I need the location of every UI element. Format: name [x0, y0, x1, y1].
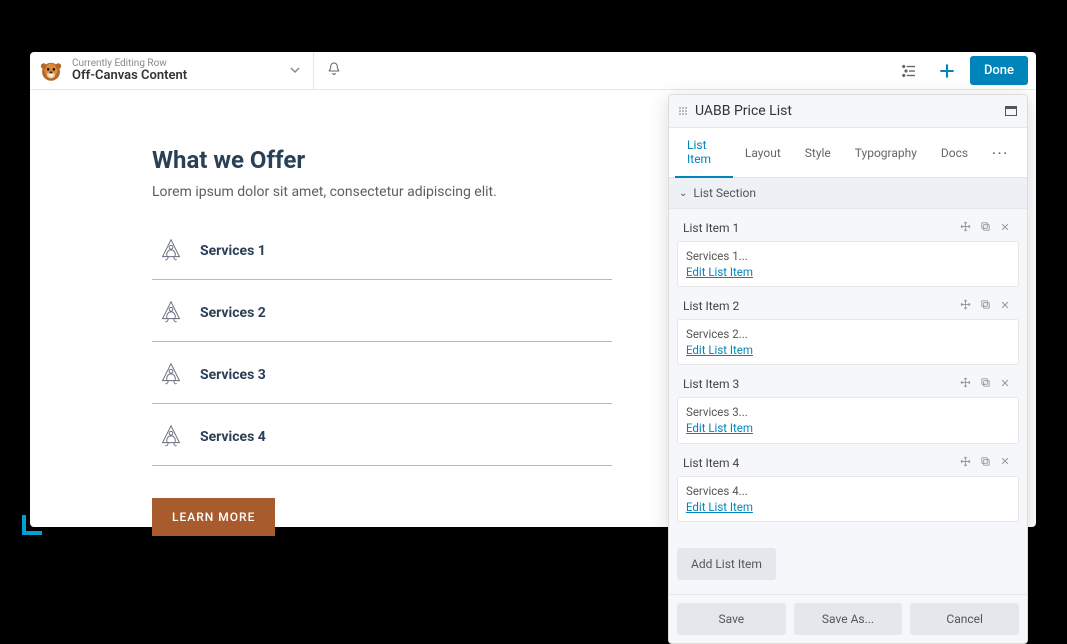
edit-list-item-link[interactable]: Edit List Item: [686, 421, 753, 435]
panel-title: UABB Price List: [695, 103, 792, 119]
selection-corner: [22, 515, 42, 535]
move-icon[interactable]: [957, 221, 973, 235]
move-icon[interactable]: [957, 299, 973, 313]
title-block[interactable]: Currently Editing Row Off-Canvas Content: [72, 58, 187, 83]
tab-list-item[interactable]: List Item: [675, 128, 733, 178]
add-icon[interactable]: [932, 56, 962, 86]
section-header[interactable]: ⌄ List Section: [669, 178, 1027, 209]
window-icon[interactable]: [1005, 106, 1017, 116]
app-frame: Currently Editing Row Off-Canvas Content…: [30, 52, 1036, 527]
item-preview: Services 2...: [686, 326, 1010, 342]
close-icon[interactable]: [997, 300, 1013, 313]
save-button[interactable]: Save: [677, 603, 786, 635]
service-row[interactable]: Services 4: [152, 412, 612, 466]
duplicate-icon[interactable]: [977, 299, 993, 313]
list-item: List Item 4 Services 4...Edit List Item: [677, 450, 1019, 522]
item-header[interactable]: List Item 2: [677, 293, 1019, 319]
duplicate-icon[interactable]: [977, 221, 993, 235]
mountain-icon: [156, 236, 186, 266]
page-title: Off-Canvas Content: [72, 69, 187, 83]
service-label: Services 2: [200, 305, 266, 321]
chevron-down-icon[interactable]: [289, 61, 301, 80]
move-icon[interactable]: [957, 377, 973, 391]
items-container: List Item 1Services 1...Edit List ItemLi…: [669, 209, 1027, 538]
item-preview: Services 3...: [686, 404, 1010, 420]
service-label: Services 3: [200, 367, 266, 383]
item-body: Services 3...Edit List Item: [677, 397, 1019, 443]
tab-docs[interactable]: Docs: [929, 136, 980, 170]
close-icon[interactable]: [997, 222, 1013, 235]
edit-list-item-link[interactable]: Edit List Item: [686, 265, 753, 279]
tab-typography[interactable]: Typography: [843, 136, 929, 170]
item-body: Services 4...Edit List Item: [677, 476, 1019, 522]
item-label: List Item 2: [683, 299, 739, 313]
item-header[interactable]: List Item 4: [677, 450, 1019, 476]
beaver-logo: [38, 58, 64, 84]
item-label: List Item 1: [683, 221, 739, 235]
list-item: List Item 3 Services 3...Edit List Item: [677, 371, 1019, 443]
list-item: List Item 1 Services 1...Edit List Item: [677, 215, 1019, 287]
item-label: List Item 3: [683, 377, 739, 391]
panel-header[interactable]: UABB Price List: [669, 95, 1027, 128]
item-preview: Services 1...: [686, 248, 1010, 264]
item-body: Services 2...Edit List Item: [677, 319, 1019, 365]
move-icon[interactable]: [957, 456, 973, 470]
service-list: Services 1 Services 2 Services 3 Services 4: [152, 226, 612, 466]
item-label: List Item 4: [683, 456, 739, 470]
divider: [313, 52, 314, 90]
more-icon[interactable]: ···: [980, 136, 1021, 170]
edit-list-item-link[interactable]: Edit List Item: [686, 343, 753, 357]
settings-panel: UABB Price List List ItemLayoutStyleTypo…: [668, 94, 1028, 644]
section-label: List Section: [693, 186, 756, 200]
item-body: Services 1...Edit List Item: [677, 241, 1019, 287]
duplicate-icon[interactable]: [977, 377, 993, 391]
service-label: Services 1: [200, 243, 266, 259]
service-row[interactable]: Services 1: [152, 226, 612, 280]
add-list-item-button[interactable]: Add List Item: [677, 548, 776, 580]
panel-footer: Save Save As... Cancel: [669, 594, 1027, 643]
mountain-icon: [156, 298, 186, 328]
service-label: Services 4: [200, 429, 266, 445]
topbar: Currently Editing Row Off-Canvas Content…: [30, 52, 1036, 90]
close-icon[interactable]: [997, 378, 1013, 391]
outline-icon[interactable]: [894, 56, 924, 86]
close-icon[interactable]: [997, 456, 1013, 469]
edit-list-item-link[interactable]: Edit List Item: [686, 500, 753, 514]
drag-handle-icon[interactable]: [679, 107, 687, 115]
item-header[interactable]: List Item 3: [677, 371, 1019, 397]
done-button[interactable]: Done: [970, 56, 1028, 85]
item-preview: Services 4...: [686, 483, 1010, 499]
duplicate-icon[interactable]: [977, 456, 993, 470]
item-header[interactable]: List Item 1: [677, 215, 1019, 241]
mountain-icon: [156, 360, 186, 390]
bell-icon[interactable]: [326, 61, 342, 81]
mountain-icon: [156, 422, 186, 452]
tabs: List ItemLayoutStyleTypographyDocs···: [669, 128, 1027, 178]
save-as-button[interactable]: Save As...: [794, 603, 903, 635]
cancel-button[interactable]: Cancel: [910, 603, 1019, 635]
list-item: List Item 2 Services 2...Edit List Item: [677, 293, 1019, 365]
learn-more-button[interactable]: LEARN MORE: [152, 498, 275, 536]
chevron-down-icon: ⌄: [679, 188, 687, 199]
service-row[interactable]: Services 3: [152, 350, 612, 404]
tab-style[interactable]: Style: [793, 136, 843, 170]
service-row[interactable]: Services 2: [152, 288, 612, 342]
tab-layout[interactable]: Layout: [733, 136, 793, 170]
